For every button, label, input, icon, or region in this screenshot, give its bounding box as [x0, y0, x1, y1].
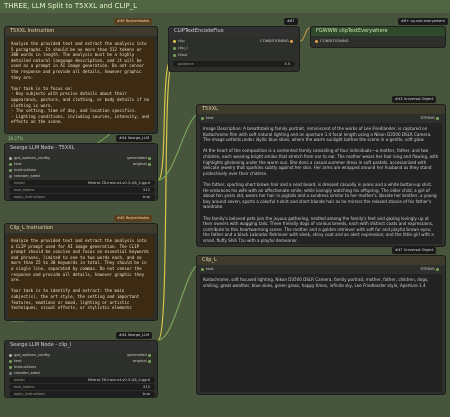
input-slot-clip-l[interactable]: clip_l: [173, 45, 188, 51]
node-badge: #45 RoykerNodes: [114, 215, 153, 222]
model-select[interactable]: model Mistral-7B-Instruct-v0.3-Q8_0.gguf: [9, 180, 155, 186]
node-header[interactable]: Searge LLM Node - clip_l: [5, 341, 157, 350]
max-tokens-field[interactable]: max_tokens 512: [9, 384, 155, 390]
model-select[interactable]: model Mistral-7B-Instruct-v0.3-Q8_0.gguf: [9, 377, 155, 383]
node-title: Clip_L Instruction: [10, 225, 54, 231]
apply-instructions-toggle[interactable]: apply_instructions true: [9, 391, 155, 397]
node-title: Clip_L: [202, 257, 217, 263]
guidance-field[interactable]: guidance 3.5: [173, 61, 295, 67]
searge-llm-t5xxl-node[interactable]: Searge LLM Node - T5XXL gpt_options_conf…: [4, 143, 158, 201]
input-slot-t5xxl[interactable]: t5xxl: [173, 52, 187, 58]
input-slot-text[interactable]: text: [201, 115, 214, 121]
node-header[interactable]: T5XXL: [197, 105, 445, 114]
node-header[interactable]: CLIPTextEncodeFlux: [169, 27, 299, 36]
group-title[interactable]: THREE, LLM Split to T5XXL and CLIP_L: [0, 0, 450, 13]
input-slot-clip[interactable]: clip: [173, 38, 185, 44]
node-title: Searge LLM Node - clip_l: [10, 342, 72, 348]
clip-l-output-node[interactable]: Clip_L text STRING Kodachrome, soft focu…: [196, 255, 446, 395]
output-slot-string[interactable]: STRING: [421, 115, 442, 121]
output-slot-original[interactable]: original: [133, 358, 153, 364]
node-badge: #43 Universal Object: [392, 96, 437, 103]
searge-llm-clip-l-node[interactable]: Searge LLM Node - clip_l gpt_options_con…: [4, 340, 158, 398]
t5xxl-instruction-node[interactable]: T5XXL Instruction Analyze the provided t…: [4, 26, 158, 134]
input-slot-random-seed[interactable]: random_seed: [9, 173, 40, 179]
output-slot-original[interactable]: original: [133, 161, 153, 167]
node-badge: #6+ cg-use-everywhere: [398, 18, 448, 25]
conditioning-everywhere-node[interactable]: FGWWW clipTextEverywhere CONDITIONING: [310, 26, 446, 48]
node-header[interactable]: Searge LLM Node - T5XXL: [5, 144, 157, 153]
node-badge: #44 Searge_LLM: [116, 332, 153, 339]
t5xxl-instruction-textarea[interactable]: Analyze the provided text and extract th…: [8, 38, 154, 131]
t5xxl-output-text[interactable]: Image Description: A breathtaking family…: [200, 123, 442, 244]
max-tokens-field[interactable]: max_tokens 512: [9, 187, 155, 193]
node-header[interactable]: Clip_L Instruction: [5, 224, 157, 233]
output-slot-string[interactable]: STRING: [421, 266, 442, 272]
clip-text-encode-flux-node[interactable]: CLIPTextEncodeFlux clip clip_l t5xxl CON…: [168, 26, 300, 72]
apply-instructions-toggle[interactable]: apply_instructions true: [9, 194, 155, 200]
node-header[interactable]: FGWWW clipTextEverywhere: [311, 27, 445, 36]
input-slot-text[interactable]: text: [201, 266, 214, 272]
t5xxl-output-node[interactable]: T5XXL text STRING Image Description: A b…: [196, 104, 446, 247]
node-title: Searge LLM Node - T5XXL: [10, 145, 75, 151]
clip-l-instruction-textarea[interactable]: Analyze the provided text and extract th…: [8, 235, 154, 318]
node-badge: #47 Universal Object: [392, 247, 437, 254]
node-badge: #87: [284, 18, 298, 25]
node-title: CLIPTextEncodeFlux: [174, 28, 224, 34]
progress-status: 18.27%: [8, 136, 24, 141]
node-badge: #45 RoykerNodes: [114, 18, 153, 25]
input-slot-conditioning[interactable]: CONDITIONING: [315, 38, 349, 44]
node-title: T5XXL: [202, 106, 218, 112]
output-slot-conditioning[interactable]: CONDITIONING: [260, 38, 295, 44]
node-title: T5XXL Instruction: [10, 28, 55, 34]
node-badge: #44 Searge_LLM: [116, 135, 153, 142]
node-header[interactable]: T5XXL Instruction: [5, 27, 157, 36]
clip-l-instruction-node[interactable]: Clip_L Instruction Analyze the provided …: [4, 223, 158, 321]
node-header[interactable]: Clip_L: [197, 256, 445, 265]
node-title: FGWWW clipTextEverywhere: [316, 28, 388, 34]
clip-l-output-text[interactable]: Kodachrome, soft focused lighting, Nikon…: [200, 274, 442, 392]
input-slot-random-seed[interactable]: random_seed: [9, 370, 40, 376]
